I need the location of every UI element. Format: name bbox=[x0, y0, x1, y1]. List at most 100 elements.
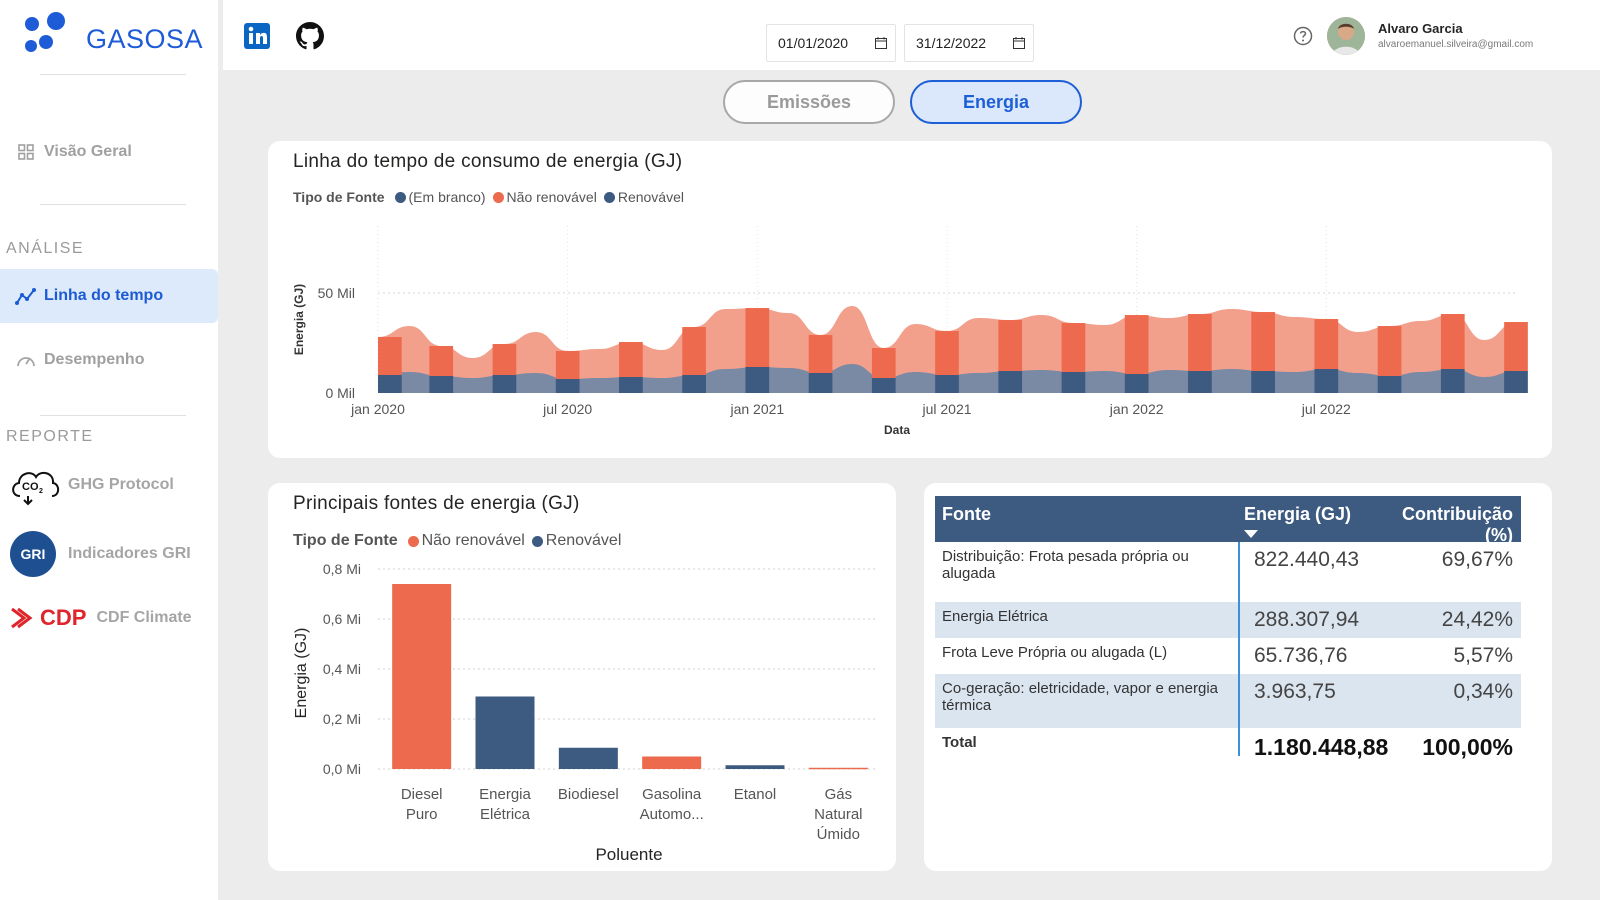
sidebar: GASOSA Visão Geral ANÁLISE Linha do temp… bbox=[0, 0, 218, 900]
nonrenewable-bar bbox=[1314, 319, 1339, 370]
report-gri[interactable]: GRI Indicadores GRI bbox=[0, 528, 218, 580]
bar bbox=[725, 765, 785, 769]
nonrenewable-bar bbox=[429, 346, 454, 377]
total-energy: 1.180.448,88 bbox=[1254, 734, 1389, 760]
nonrenewable-bar bbox=[1377, 326, 1402, 377]
gri-logo: GRI bbox=[10, 531, 56, 577]
brand-name: GASOSA bbox=[86, 24, 204, 54]
x-tick-label: Natural bbox=[814, 806, 862, 823]
x-tick-label: Automo... bbox=[640, 806, 704, 823]
avatar[interactable] bbox=[1327, 17, 1365, 55]
gauge-icon bbox=[14, 348, 38, 372]
report-cdp-label: CDF Climate bbox=[96, 609, 192, 626]
total-label: Total bbox=[942, 734, 977, 751]
cell-share: 5,57% bbox=[1453, 644, 1513, 667]
renewable-bar bbox=[745, 367, 770, 393]
tab-energy[interactable]: Energia bbox=[910, 80, 1082, 124]
github-icon[interactable] bbox=[296, 22, 324, 50]
renewable-bar bbox=[1377, 376, 1402, 393]
bar bbox=[475, 696, 535, 769]
co2-cloud-icon: CO 2 bbox=[8, 462, 64, 508]
nav-performance-label: Desempenho bbox=[44, 351, 145, 368]
grid-icon bbox=[14, 140, 38, 164]
top-header: 01/01/2020 31/12/2022 Alvaro Garcia alva… bbox=[223, 0, 1600, 70]
calendar-icon bbox=[875, 37, 887, 49]
bar bbox=[808, 767, 868, 770]
cell-share: 0,34% bbox=[1453, 680, 1513, 703]
header-source[interactable]: Fonte bbox=[935, 496, 1238, 542]
sources-card: Principais fontes de energia (GJ) Tipo d… bbox=[268, 483, 896, 871]
user-email: alvaroemanuel.silveira@gmail.com bbox=[1378, 39, 1534, 50]
timeline-card: Linha do tempo de consumo de energia (GJ… bbox=[268, 141, 1552, 458]
logo-dots-icon bbox=[25, 12, 65, 52]
start-date-value: 01/01/2020 bbox=[778, 35, 849, 51]
nonrenewable-bar bbox=[619, 342, 643, 378]
y-tick-label: 0,6 Mi bbox=[323, 611, 361, 627]
renewable-bar bbox=[1314, 369, 1339, 393]
nonrenewable-bar bbox=[745, 308, 770, 368]
nav-performance[interactable]: Desempenho bbox=[0, 333, 218, 387]
nav-timeline[interactable]: Linha do tempo bbox=[0, 269, 218, 323]
linkedin-icon[interactable] bbox=[243, 22, 271, 50]
report-heading: REPORTE bbox=[6, 428, 94, 445]
header-energy[interactable]: Energia (GJ) bbox=[1238, 496, 1374, 542]
renewable-bar bbox=[871, 378, 896, 393]
end-date-input[interactable]: 31/12/2022 bbox=[904, 24, 1034, 62]
y-tick-label: 0,8 Mi bbox=[323, 561, 361, 577]
y-tick-label: 50 Mil bbox=[318, 285, 355, 301]
header-share[interactable]: Contribuição (%) bbox=[1374, 496, 1521, 545]
sources-bar-chart[interactable]: 0,0 Mi 0,2 Mi 0,4 Mi 0,6 Mi 0,8 Mi Diesel Puro… bbox=[268, 483, 896, 871]
calendar-icon bbox=[1013, 37, 1025, 49]
nav-overview[interactable]: Visão Geral bbox=[0, 125, 218, 179]
x-tick-label: Gás bbox=[825, 786, 853, 803]
column-divider bbox=[1238, 542, 1240, 756]
tab-emissions[interactable]: Emissões bbox=[723, 80, 895, 124]
x-tick-label: Puro bbox=[406, 806, 438, 823]
end-date-value: 31/12/2022 bbox=[916, 35, 987, 51]
energy-table: Fonte Energia (GJ) Contribuição (%) Dist… bbox=[935, 496, 1521, 766]
renewable-bar bbox=[1251, 371, 1275, 393]
y-axis-title: Energia (GJ) bbox=[292, 284, 306, 355]
renewable-bar bbox=[682, 375, 706, 393]
report-gri-label: Indicadores GRI bbox=[68, 545, 191, 562]
nonrenewable-bar bbox=[1440, 314, 1465, 370]
x-tick-label: Elétrica bbox=[480, 806, 531, 823]
timeline-chart[interactable]: 0 Mil 50 Mil jan 2020 jul 2020 jan 2021 jul 2… bbox=[268, 141, 1552, 458]
table-row[interactable]: Energia Elétrica 288.307,94 24,42% bbox=[935, 602, 1521, 638]
y-tick-label: 0,2 Mi bbox=[323, 711, 361, 727]
renewable-bar bbox=[429, 376, 454, 393]
x-axis-title: Poluente bbox=[595, 845, 662, 864]
cell-source: Distribuição: Frota pesada própria ou al… bbox=[942, 548, 1189, 582]
table-header: Fonte Energia (GJ) Contribuição (%) bbox=[935, 496, 1521, 545]
nonrenewable-bar bbox=[682, 327, 706, 376]
renewable-bar bbox=[555, 379, 580, 393]
nonrenewable-bar bbox=[1251, 312, 1275, 372]
nonrenewable-bar bbox=[1504, 322, 1528, 372]
brand-logo[interactable]: GASOSA bbox=[20, 12, 204, 62]
cdp-logo-text: CDP bbox=[40, 605, 87, 630]
x-tick-label: jan 2022 bbox=[1109, 401, 1164, 417]
bar bbox=[642, 756, 702, 769]
table-row[interactable]: Co-geração: eletricidade, vapor e energi… bbox=[935, 674, 1521, 728]
cell-energy: 822.440,43 bbox=[1254, 548, 1360, 571]
start-date-input[interactable]: 01/01/2020 bbox=[766, 24, 896, 62]
renewable-bar bbox=[1504, 371, 1528, 393]
cell-energy: 65.736,76 bbox=[1254, 644, 1348, 667]
report-cdp[interactable]: CDP CDF Climate bbox=[0, 592, 218, 644]
analysis-heading: ANÁLISE bbox=[6, 240, 85, 257]
line-chart-icon bbox=[14, 284, 38, 308]
report-ghg-protocol[interactable]: CO 2 GHG Protocol bbox=[0, 459, 218, 511]
sort-desc-icon bbox=[1244, 530, 1258, 538]
y-tick-label: 0,0 Mi bbox=[323, 761, 361, 777]
nonrenewable-bar bbox=[1188, 314, 1212, 372]
nonrenewable-bar bbox=[492, 344, 517, 376]
nonrenewable-bar bbox=[998, 320, 1023, 372]
svg-text:2: 2 bbox=[39, 488, 43, 495]
table-row[interactable]: Frota Leve Própria ou alugada (L) 65.736… bbox=[935, 638, 1521, 674]
user-name: Alvaro Garcia bbox=[1378, 21, 1463, 36]
table-row[interactable]: Distribuição: Frota pesada própria ou al… bbox=[935, 542, 1521, 602]
cell-share: 24,42% bbox=[1441, 608, 1513, 631]
divider bbox=[40, 204, 186, 205]
nonrenewable-bar bbox=[935, 331, 959, 376]
help-icon[interactable] bbox=[1293, 26, 1313, 46]
